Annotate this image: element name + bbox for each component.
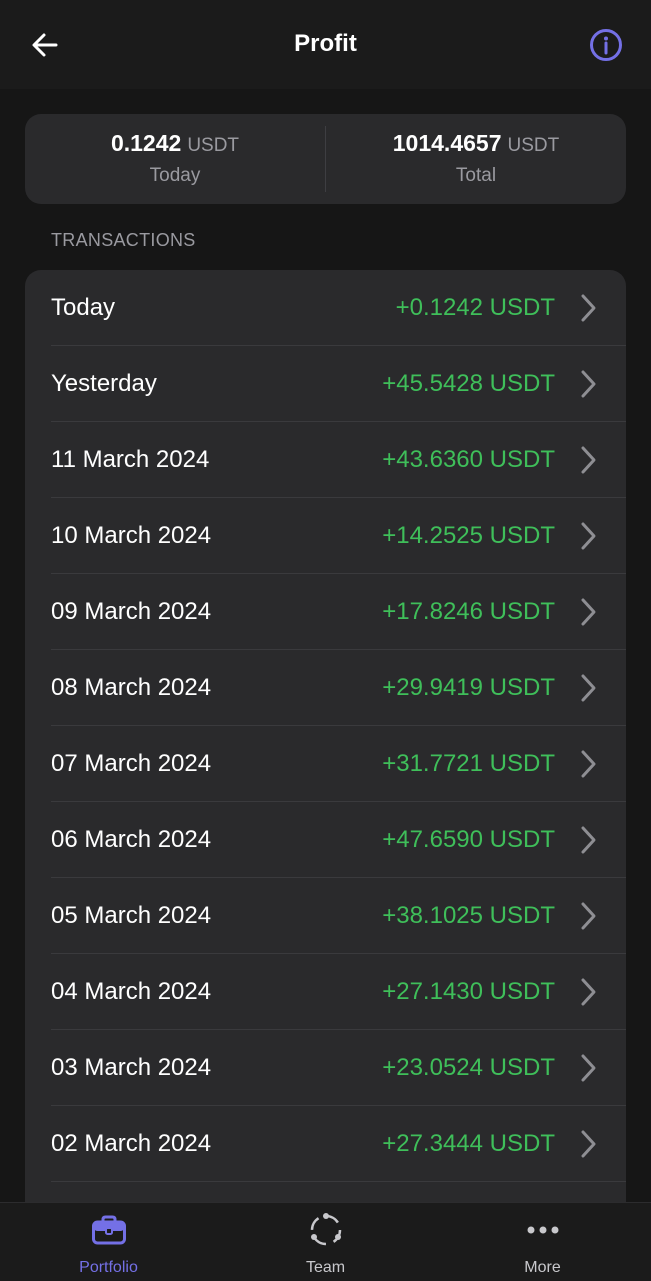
transaction-date: Yesterday bbox=[51, 370, 157, 397]
team-circle-icon bbox=[310, 1213, 341, 1246]
chevron-right-icon bbox=[581, 522, 596, 550]
tab-team[interactable]: Team bbox=[217, 1203, 434, 1281]
page-title: Profit bbox=[294, 30, 357, 57]
today-amount: 0.1242 bbox=[110, 130, 182, 156]
transaction-row[interactable]: 10 March 2024 +14.2525 USDT bbox=[25, 498, 626, 574]
transaction-amount: +29.9419 USDT bbox=[382, 674, 555, 701]
transaction-amount: +43.6360 USDT bbox=[382, 446, 555, 473]
chevron-right-icon bbox=[581, 1054, 596, 1082]
transaction-date: Today bbox=[51, 294, 116, 321]
transaction-row[interactable]: 04 March 2024 +27.1430 USDT bbox=[25, 954, 626, 1030]
transactions-section-label: TRANSACTIONS bbox=[51, 230, 196, 250]
transaction-amount: +0.1242 USDT bbox=[395, 294, 555, 321]
transaction-date: 11 March 2024 bbox=[51, 446, 210, 473]
row-divider bbox=[51, 1181, 626, 1182]
transaction-amount: +47.6590 USDT bbox=[382, 826, 555, 853]
chevron-right-icon bbox=[581, 902, 596, 930]
info-button[interactable] bbox=[587, 26, 625, 64]
transaction-date: 02 March 2024 bbox=[51, 1130, 212, 1157]
total-summary: 1014.4657 USDT Total bbox=[326, 114, 626, 204]
chevron-right-icon bbox=[581, 750, 596, 778]
transaction-date: 04 March 2024 bbox=[51, 978, 212, 1005]
chevron-right-icon bbox=[581, 674, 596, 702]
transaction-amount: +45.5428 USDT bbox=[382, 370, 555, 397]
chevron-right-icon bbox=[581, 826, 596, 854]
info-icon bbox=[590, 29, 622, 61]
tab-more-label: More bbox=[524, 1259, 561, 1276]
chevron-right-icon bbox=[581, 1130, 596, 1158]
chevron-right-icon bbox=[581, 598, 596, 626]
transaction-amount: +31.7721 USDT bbox=[382, 750, 555, 777]
transaction-row[interactable]: Today +0.1242 USDT bbox=[25, 270, 626, 346]
chevron-right-icon bbox=[581, 370, 596, 398]
transaction-date: 08 March 2024 bbox=[51, 674, 212, 701]
transaction-amount: +38.1025 USDT bbox=[382, 902, 555, 929]
transaction-date: 06 March 2024 bbox=[51, 826, 212, 853]
transaction-date: 07 March 2024 bbox=[51, 750, 212, 777]
chevron-right-icon bbox=[581, 446, 596, 474]
bottom-tab-bar: Portfolio Team More bbox=[0, 1202, 651, 1281]
transaction-row[interactable]: 11 March 2024 +43.6360 USDT bbox=[25, 422, 626, 498]
transaction-date: 09 March 2024 bbox=[51, 598, 212, 625]
transaction-row[interactable]: 09 March 2024 +17.8246 USDT bbox=[25, 574, 626, 650]
tab-more[interactable]: More bbox=[434, 1203, 651, 1281]
transaction-row[interactable]: 06 March 2024 +47.6590 USDT bbox=[25, 802, 626, 878]
top-app-bar: Profit bbox=[0, 0, 651, 89]
transaction-amount: +27.1430 USDT bbox=[382, 978, 555, 1005]
transactions-list: Today +0.1242 USDT Yesterday +45.5428 US… bbox=[25, 270, 626, 1210]
today-unit: USDT bbox=[187, 135, 240, 156]
transaction-date: 10 March 2024 bbox=[51, 522, 212, 549]
transaction-date: 03 March 2024 bbox=[51, 1054, 212, 1081]
tab-portfolio-label: Portfolio bbox=[79, 1259, 138, 1276]
transaction-row[interactable]: 02 March 2024 +27.3444 USDT bbox=[25, 1106, 626, 1182]
transaction-row[interactable]: 08 March 2024 +29.9419 USDT bbox=[25, 650, 626, 726]
transaction-row[interactable]: 07 March 2024 +31.7721 USDT bbox=[25, 726, 626, 802]
transaction-amount: +27.3444 USDT bbox=[382, 1130, 555, 1157]
transaction-row[interactable]: 03 March 2024 +23.0524 USDT bbox=[25, 1030, 626, 1106]
chevron-right-icon bbox=[581, 294, 596, 322]
transaction-amount: +14.2525 USDT bbox=[382, 522, 555, 549]
transaction-amount: +23.0524 USDT bbox=[382, 1054, 555, 1081]
transaction-row[interactable]: 05 March 2024 +38.1025 USDT bbox=[25, 878, 626, 954]
total-caption: Total bbox=[455, 165, 497, 186]
tab-portfolio[interactable]: Portfolio bbox=[0, 1203, 217, 1281]
transaction-row[interactable]: Yesterday +45.5428 USDT bbox=[25, 346, 626, 422]
total-unit: USDT bbox=[507, 135, 560, 156]
briefcase-icon bbox=[91, 1215, 126, 1245]
transaction-amount: +17.8246 USDT bbox=[382, 598, 555, 625]
transaction-date: 05 March 2024 bbox=[51, 902, 212, 929]
profit-summary-card: 0.1242 USDT Today 1014.4657 USDT Total bbox=[25, 114, 626, 204]
today-summary: 0.1242 USDT Today bbox=[25, 114, 325, 204]
today-caption: Today bbox=[149, 165, 201, 186]
total-amount: 1014.4657 bbox=[392, 130, 502, 156]
tab-team-label: Team bbox=[305, 1259, 346, 1276]
more-dots-icon bbox=[527, 1226, 558, 1234]
chevron-right-icon bbox=[581, 978, 596, 1006]
